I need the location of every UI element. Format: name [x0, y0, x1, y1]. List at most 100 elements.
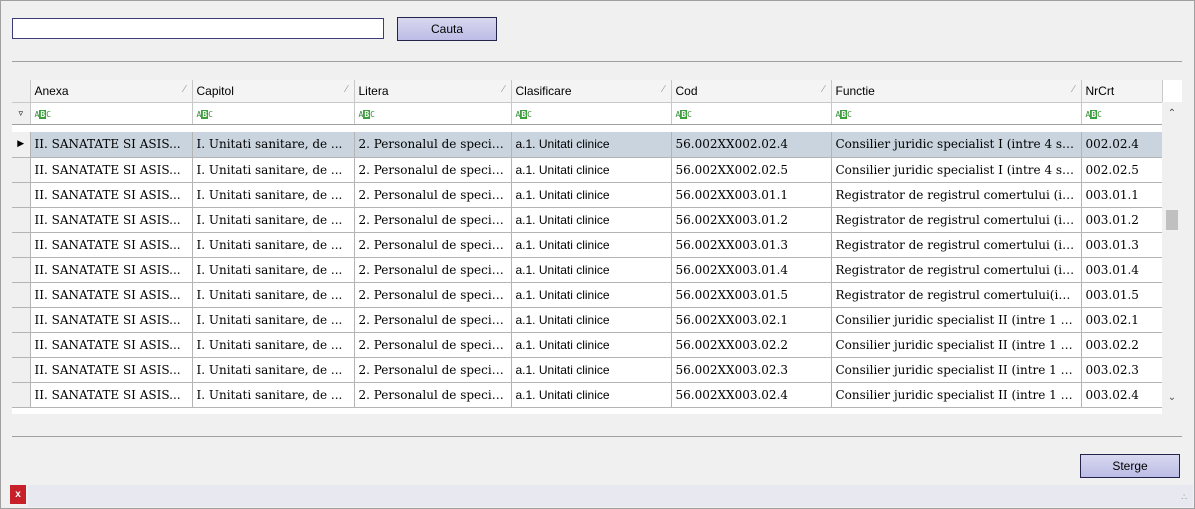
- cell-functie[interactable]: Registrator de registrul comertului(int.…: [831, 282, 1082, 308]
- cell-functie[interactable]: Registrator de registrul comertului (in.…: [831, 257, 1082, 283]
- column-header-capitol[interactable]: Capitol ∕: [192, 80, 355, 103]
- cell-nrcrt[interactable]: 003.02.4: [1081, 382, 1163, 408]
- table-row[interactable]: II. SANATATE SI ASIS... I. Unitati sanita…: [12, 382, 1163, 408]
- cell-cod[interactable]: 56.002XX002.02.5: [671, 157, 832, 183]
- cell-litera[interactable]: 2. Personalul de specia...: [354, 157, 512, 183]
- cell-capitol[interactable]: I. Unitati sanitare, de ...: [192, 382, 355, 408]
- delete-button[interactable]: Sterge: [1080, 454, 1180, 478]
- search-button[interactable]: Cauta: [397, 17, 497, 41]
- table-row[interactable]: II. SANATATE SI ASIS... I. Unitati sanita…: [12, 332, 1163, 358]
- close-icon[interactable]: x: [10, 485, 26, 504]
- cell-nrcrt[interactable]: 003.02.3: [1081, 357, 1163, 383]
- row-indicator[interactable]: [12, 257, 31, 283]
- cell-nrcrt[interactable]: 002.02.5: [1081, 157, 1163, 183]
- cell-functie[interactable]: Consilier juridic specialist II (intre 1…: [831, 307, 1082, 333]
- cell-litera[interactable]: 2. Personalul de specia...: [354, 182, 512, 208]
- cell-anexa[interactable]: II. SANATATE SI ASIS...: [30, 307, 193, 333]
- cell-clasificare[interactable]: a.1. Unitati clinice: [511, 382, 672, 408]
- filter-cell-anexa[interactable]: ABC: [30, 102, 193, 125]
- table-row[interactable]: ▶ II. SANATATE SI ASIS... I. Unitati sanit…: [12, 132, 1163, 158]
- row-indicator[interactable]: [12, 282, 31, 308]
- cell-anexa[interactable]: II. SANATATE SI ASIS...: [30, 157, 193, 183]
- cell-litera[interactable]: 2. Personalul de specia...: [354, 282, 512, 308]
- table-row[interactable]: II. SANATATE SI ASIS... I. Unitati sanita…: [12, 182, 1163, 208]
- cell-cod[interactable]: 56.002XX003.01.4: [671, 257, 832, 283]
- cell-functie[interactable]: Consilier juridic specialist II (intre 1…: [831, 357, 1082, 383]
- filter-cell-litera[interactable]: ABC: [354, 102, 512, 125]
- cell-cod[interactable]: 56.002XX003.02.4: [671, 382, 832, 408]
- cell-clasificare[interactable]: a.1. Unitati clinice: [511, 357, 672, 383]
- cell-cod[interactable]: 56.002XX003.01.5: [671, 282, 832, 308]
- cell-functie[interactable]: Registrator de registrul comertului (in.…: [831, 207, 1082, 233]
- cell-anexa[interactable]: II. SANATATE SI ASIS...: [30, 332, 193, 358]
- row-indicator[interactable]: [12, 332, 31, 358]
- sort-icon[interactable]: ∕: [184, 84, 186, 95]
- current-row-arrow-icon[interactable]: ▶: [12, 132, 31, 158]
- column-header-functie[interactable]: Functie ∕: [831, 80, 1082, 103]
- cell-clasificare[interactable]: a.1. Unitati clinice: [511, 157, 672, 183]
- column-header-litera[interactable]: Litera ∕: [354, 80, 512, 103]
- row-indicator[interactable]: [12, 207, 31, 233]
- cell-litera[interactable]: 2. Personalul de specia...: [354, 232, 512, 258]
- cell-anexa[interactable]: II. SANATATE SI ASIS...: [30, 357, 193, 383]
- cell-anexa[interactable]: II. SANATATE SI ASIS...: [30, 207, 193, 233]
- cell-cod[interactable]: 56.002XX003.02.1: [671, 307, 832, 333]
- filter-cell-nrcrt[interactable]: ABC: [1081, 102, 1163, 125]
- cell-capitol[interactable]: I. Unitati sanitare, de ...: [192, 232, 355, 258]
- search-input[interactable]: [12, 18, 384, 39]
- row-indicator[interactable]: [12, 157, 31, 183]
- resize-grip-icon[interactable]: ∴: [1181, 492, 1187, 503]
- cell-nrcrt[interactable]: 003.01.4: [1081, 257, 1163, 283]
- cell-cod[interactable]: 56.002XX002.02.4: [671, 132, 832, 158]
- column-header-nrcrt[interactable]: NrCrt: [1081, 80, 1163, 103]
- cell-capitol[interactable]: I. Unitati sanitare, de ...: [192, 257, 355, 283]
- cell-capitol[interactable]: I. Unitati sanitare, de ...: [192, 357, 355, 383]
- cell-clasificare[interactable]: a.1. Unitati clinice: [511, 282, 672, 308]
- cell-cod[interactable]: 56.002XX003.02.3: [671, 357, 832, 383]
- scroll-thumb[interactable]: [1166, 210, 1178, 230]
- cell-litera[interactable]: 2. Personalul de specia...: [354, 207, 512, 233]
- cell-litera[interactable]: 2. Personalul de specia...: [354, 332, 512, 358]
- row-indicator[interactable]: [12, 307, 31, 333]
- table-row[interactable]: II. SANATATE SI ASIS... I. Unitati sanita…: [12, 232, 1163, 258]
- table-row[interactable]: II. SANATATE SI ASIS... I. Unitati sanita…: [12, 282, 1163, 308]
- filter-cell-cod[interactable]: ABC: [671, 102, 832, 125]
- scroll-up-icon[interactable]: ⌃: [1162, 108, 1182, 126]
- cell-clasificare[interactable]: a.1. Unitati clinice: [511, 307, 672, 333]
- cell-litera[interactable]: 2. Personalul de specia...: [354, 257, 512, 283]
- table-row[interactable]: II. SANATATE SI ASIS... I. Unitati sanita…: [12, 207, 1163, 233]
- filter-cell-functie[interactable]: ABC: [831, 102, 1082, 125]
- column-header-cod[interactable]: Cod ∕: [671, 80, 832, 103]
- column-header-clasificare[interactable]: Clasificare ∕: [511, 80, 672, 103]
- cell-functie[interactable]: Registrator de registrul comertului (in.…: [831, 182, 1082, 208]
- cell-functie[interactable]: Consilier juridic specialist I (intre 4 …: [831, 132, 1082, 158]
- row-indicator[interactable]: [12, 182, 31, 208]
- cell-functie[interactable]: Registrator de registrul comertului (in.…: [831, 232, 1082, 258]
- filter-cell-capitol[interactable]: ABC: [192, 102, 355, 125]
- cell-litera[interactable]: 2. Personalul de specia...: [354, 382, 512, 408]
- cell-clasificare[interactable]: a.1. Unitati clinice: [511, 332, 672, 358]
- cell-litera[interactable]: 2. Personalul de specia...: [354, 132, 512, 158]
- cell-nrcrt[interactable]: 003.02.1: [1081, 307, 1163, 333]
- cell-cod[interactable]: 56.002XX003.01.2: [671, 207, 832, 233]
- table-row[interactable]: II. SANATATE SI ASIS... I. Unitati sanita…: [12, 157, 1163, 183]
- row-indicator[interactable]: [12, 232, 31, 258]
- cell-anexa[interactable]: II. SANATATE SI ASIS...: [30, 257, 193, 283]
- cell-nrcrt[interactable]: 003.01.5: [1081, 282, 1163, 308]
- row-indicator[interactable]: [12, 357, 31, 383]
- sort-icon[interactable]: ∕: [823, 84, 825, 95]
- sort-icon[interactable]: ∕: [1073, 84, 1075, 95]
- sort-icon[interactable]: ∕: [503, 84, 505, 95]
- cell-anexa[interactable]: II. SANATATE SI ASIS...: [30, 382, 193, 408]
- cell-nrcrt[interactable]: 002.02.4: [1081, 132, 1163, 158]
- filter-icon[interactable]: ▿: [12, 102, 31, 125]
- cell-capitol[interactable]: I. Unitati sanitare, de ...: [192, 157, 355, 183]
- sort-icon[interactable]: ∕: [346, 84, 348, 95]
- cell-nrcrt[interactable]: 003.01.3: [1081, 232, 1163, 258]
- cell-anexa[interactable]: II. SANATATE SI ASIS...: [30, 232, 193, 258]
- cell-functie[interactable]: Consilier juridic specialist II (intre 1…: [831, 332, 1082, 358]
- cell-capitol[interactable]: I. Unitati sanitare, de ...: [192, 332, 355, 358]
- cell-clasificare[interactable]: a.1. Unitati clinice: [511, 207, 672, 233]
- cell-nrcrt[interactable]: 003.01.2: [1081, 207, 1163, 233]
- cell-capitol[interactable]: I. Unitati sanitare, de ...: [192, 132, 355, 158]
